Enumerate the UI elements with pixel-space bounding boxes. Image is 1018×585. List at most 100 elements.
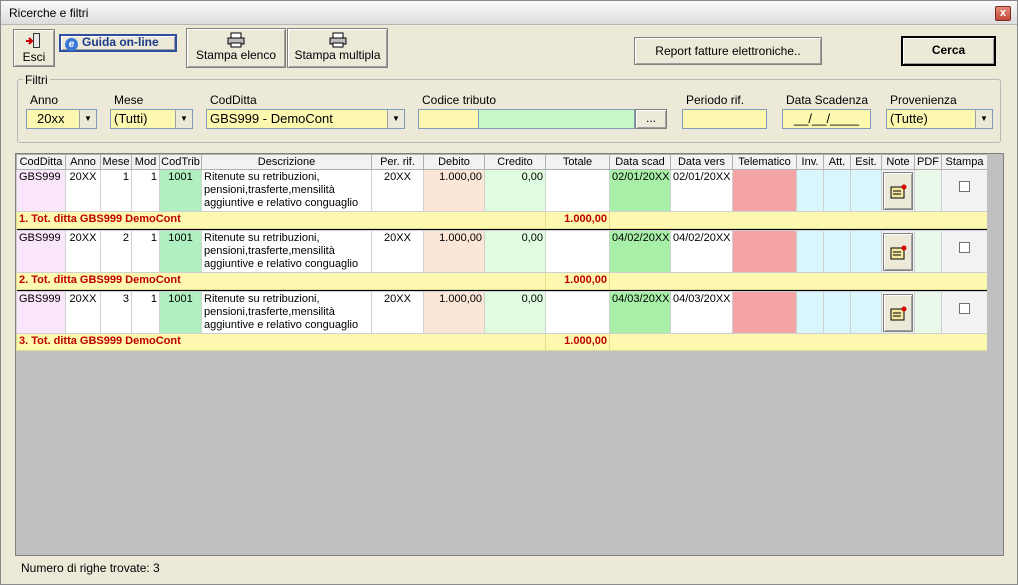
cell-att[interactable] bbox=[823, 169, 851, 212]
col-header-pdf[interactable]: PDF bbox=[914, 154, 942, 170]
col-header-codtrib[interactable]: CodTrib bbox=[159, 154, 202, 170]
col-header-att[interactable]: Att. bbox=[823, 154, 851, 170]
cell-codditta[interactable]: GBS999 bbox=[16, 230, 66, 273]
chevron-down-icon[interactable]: ▼ bbox=[79, 110, 96, 128]
table-row[interactable]: GBS999 20XX 1 1 1001 Ritenute su retribu… bbox=[16, 169, 988, 212]
cell-pdf[interactable] bbox=[914, 291, 942, 334]
cell-descrizione[interactable]: Ritenute su retribuzioni, pensioni,trasf… bbox=[201, 169, 372, 212]
col-header-anno[interactable]: Anno bbox=[65, 154, 101, 170]
chevron-down-icon[interactable]: ▼ bbox=[387, 110, 404, 128]
table-row[interactable]: GBS999 20XX 3 1 1001 Ritenute su retribu… bbox=[16, 291, 988, 334]
cell-mod[interactable]: 1 bbox=[131, 291, 160, 334]
col-header-descrizione[interactable]: Descrizione bbox=[201, 154, 372, 170]
cell-totale[interactable] bbox=[545, 230, 610, 273]
cell-mod[interactable]: 1 bbox=[131, 230, 160, 273]
cell-per-rif[interactable]: 20XX bbox=[371, 169, 424, 212]
cell-anno[interactable]: 20XX bbox=[65, 169, 101, 212]
periodo-rif-input[interactable] bbox=[682, 109, 767, 129]
col-header-totale[interactable]: Totale bbox=[545, 154, 610, 170]
codditta-select[interactable]: GBS999 - DemoCont ▼ bbox=[206, 109, 405, 129]
cell-mod[interactable]: 1 bbox=[131, 169, 160, 212]
cell-codtrib[interactable]: 1001 bbox=[159, 291, 202, 334]
guida-online-button[interactable]: e Guida on-line bbox=[59, 34, 177, 52]
cell-telematico[interactable] bbox=[732, 230, 797, 273]
cell-codtrib[interactable]: 1001 bbox=[159, 230, 202, 273]
col-header-per-rif[interactable]: Per. rif. bbox=[371, 154, 424, 170]
cell-debito[interactable]: 1.000,00 bbox=[423, 291, 485, 334]
cell-data-vers[interactable]: 02/01/20XX bbox=[670, 169, 733, 212]
table-row[interactable]: GBS999 20XX 2 1 1001 Ritenute su retribu… bbox=[16, 230, 988, 273]
ricerche-filtri-window: Ricerche e filtri x Esci e Guida on-line … bbox=[0, 0, 1018, 585]
cell-credito[interactable]: 0,00 bbox=[484, 230, 546, 273]
cell-debito[interactable]: 1.000,00 bbox=[423, 230, 485, 273]
provenienza-select[interactable]: (Tutte) ▼ bbox=[886, 109, 993, 129]
cell-esit[interactable] bbox=[850, 169, 882, 212]
note-button[interactable] bbox=[883, 294, 913, 332]
cell-credito[interactable]: 0,00 bbox=[484, 291, 546, 334]
cell-data-vers[interactable]: 04/03/20XX bbox=[670, 291, 733, 334]
report-fatture-button[interactable]: Report fatture elettroniche.. bbox=[634, 37, 822, 65]
codice-tributo-browse-button[interactable]: ... bbox=[635, 109, 667, 129]
cell-credito[interactable]: 0,00 bbox=[484, 169, 546, 212]
cell-anno[interactable]: 20XX bbox=[65, 291, 101, 334]
cell-inv[interactable] bbox=[796, 169, 824, 212]
stampa-checkbox[interactable] bbox=[959, 303, 970, 314]
cell-pdf[interactable] bbox=[914, 169, 942, 212]
stampa-multipla-button[interactable]: Stampa multipla bbox=[287, 28, 388, 68]
cell-mese[interactable]: 3 bbox=[100, 291, 132, 334]
note-button[interactable] bbox=[883, 233, 913, 271]
cell-codditta[interactable]: GBS999 bbox=[16, 169, 66, 212]
cell-telematico[interactable] bbox=[732, 291, 797, 334]
cell-codditta[interactable]: GBS999 bbox=[16, 291, 66, 334]
col-header-mod[interactable]: Mod bbox=[131, 154, 160, 170]
mese-select[interactable]: (Tutti) ▼ bbox=[110, 109, 193, 129]
cell-mese[interactable]: 1 bbox=[100, 169, 132, 212]
results-grid[interactable]: CodDitta Anno Mese Mod CodTrib Descrizio… bbox=[15, 153, 1004, 556]
cell-per-rif[interactable]: 20XX bbox=[371, 230, 424, 273]
esci-button[interactable]: Esci bbox=[13, 29, 55, 67]
stampa-checkbox[interactable] bbox=[959, 181, 970, 192]
chevron-down-icon[interactable]: ▼ bbox=[175, 110, 192, 128]
data-scadenza-input[interactable]: __/__/____ bbox=[782, 109, 871, 129]
cell-totale[interactable] bbox=[545, 169, 610, 212]
cell-data-scad[interactable]: 04/03/20XX bbox=[609, 291, 671, 334]
note-button[interactable] bbox=[883, 172, 913, 210]
cell-data-scad[interactable]: 02/01/20XX bbox=[609, 169, 671, 212]
cell-per-rif[interactable]: 20XX bbox=[371, 291, 424, 334]
cell-telematico[interactable] bbox=[732, 169, 797, 212]
cell-pdf[interactable] bbox=[914, 230, 942, 273]
cell-data-vers[interactable]: 04/02/20XX bbox=[670, 230, 733, 273]
col-header-stampa[interactable]: Stampa bbox=[941, 154, 988, 170]
cell-esit[interactable] bbox=[850, 291, 882, 334]
cell-esit[interactable] bbox=[850, 230, 882, 273]
col-header-codditta[interactable]: CodDitta bbox=[16, 154, 66, 170]
col-header-debito[interactable]: Debito bbox=[423, 154, 485, 170]
cell-mese[interactable]: 2 bbox=[100, 230, 132, 273]
cell-anno[interactable]: 20XX bbox=[65, 230, 101, 273]
cell-descrizione[interactable]: Ritenute su retribuzioni, pensioni,trasf… bbox=[201, 230, 372, 273]
anno-select[interactable]: 20xx ▼ bbox=[26, 109, 97, 129]
col-header-inv[interactable]: Inv. bbox=[796, 154, 824, 170]
cell-inv[interactable] bbox=[796, 230, 824, 273]
cerca-button[interactable]: Cerca bbox=[902, 37, 995, 65]
stampa-checkbox[interactable] bbox=[959, 242, 970, 253]
col-header-note[interactable]: Note bbox=[881, 154, 915, 170]
cell-data-scad[interactable]: 04/02/20XX bbox=[609, 230, 671, 273]
chevron-down-icon[interactable]: ▼ bbox=[975, 110, 992, 128]
col-header-esit[interactable]: Esit. bbox=[850, 154, 882, 170]
cell-att[interactable] bbox=[823, 291, 851, 334]
close-button[interactable]: x bbox=[995, 6, 1011, 21]
col-header-mese[interactable]: Mese bbox=[100, 154, 132, 170]
cell-codtrib[interactable]: 1001 bbox=[159, 169, 202, 212]
cell-inv[interactable] bbox=[796, 291, 824, 334]
col-header-telematico[interactable]: Telematico bbox=[732, 154, 797, 170]
col-header-credito[interactable]: Credito bbox=[484, 154, 546, 170]
col-header-data-scad[interactable]: Data scad bbox=[609, 154, 671, 170]
cell-debito[interactable]: 1.000,00 bbox=[423, 169, 485, 212]
cell-totale[interactable] bbox=[545, 291, 610, 334]
col-header-data-vers[interactable]: Data vers bbox=[670, 154, 733, 170]
codice-tributo-input[interactable] bbox=[418, 109, 479, 129]
stampa-elenco-button[interactable]: Stampa elenco bbox=[186, 28, 286, 68]
cell-descrizione[interactable]: Ritenute su retribuzioni, pensioni,trasf… bbox=[201, 291, 372, 334]
cell-att[interactable] bbox=[823, 230, 851, 273]
